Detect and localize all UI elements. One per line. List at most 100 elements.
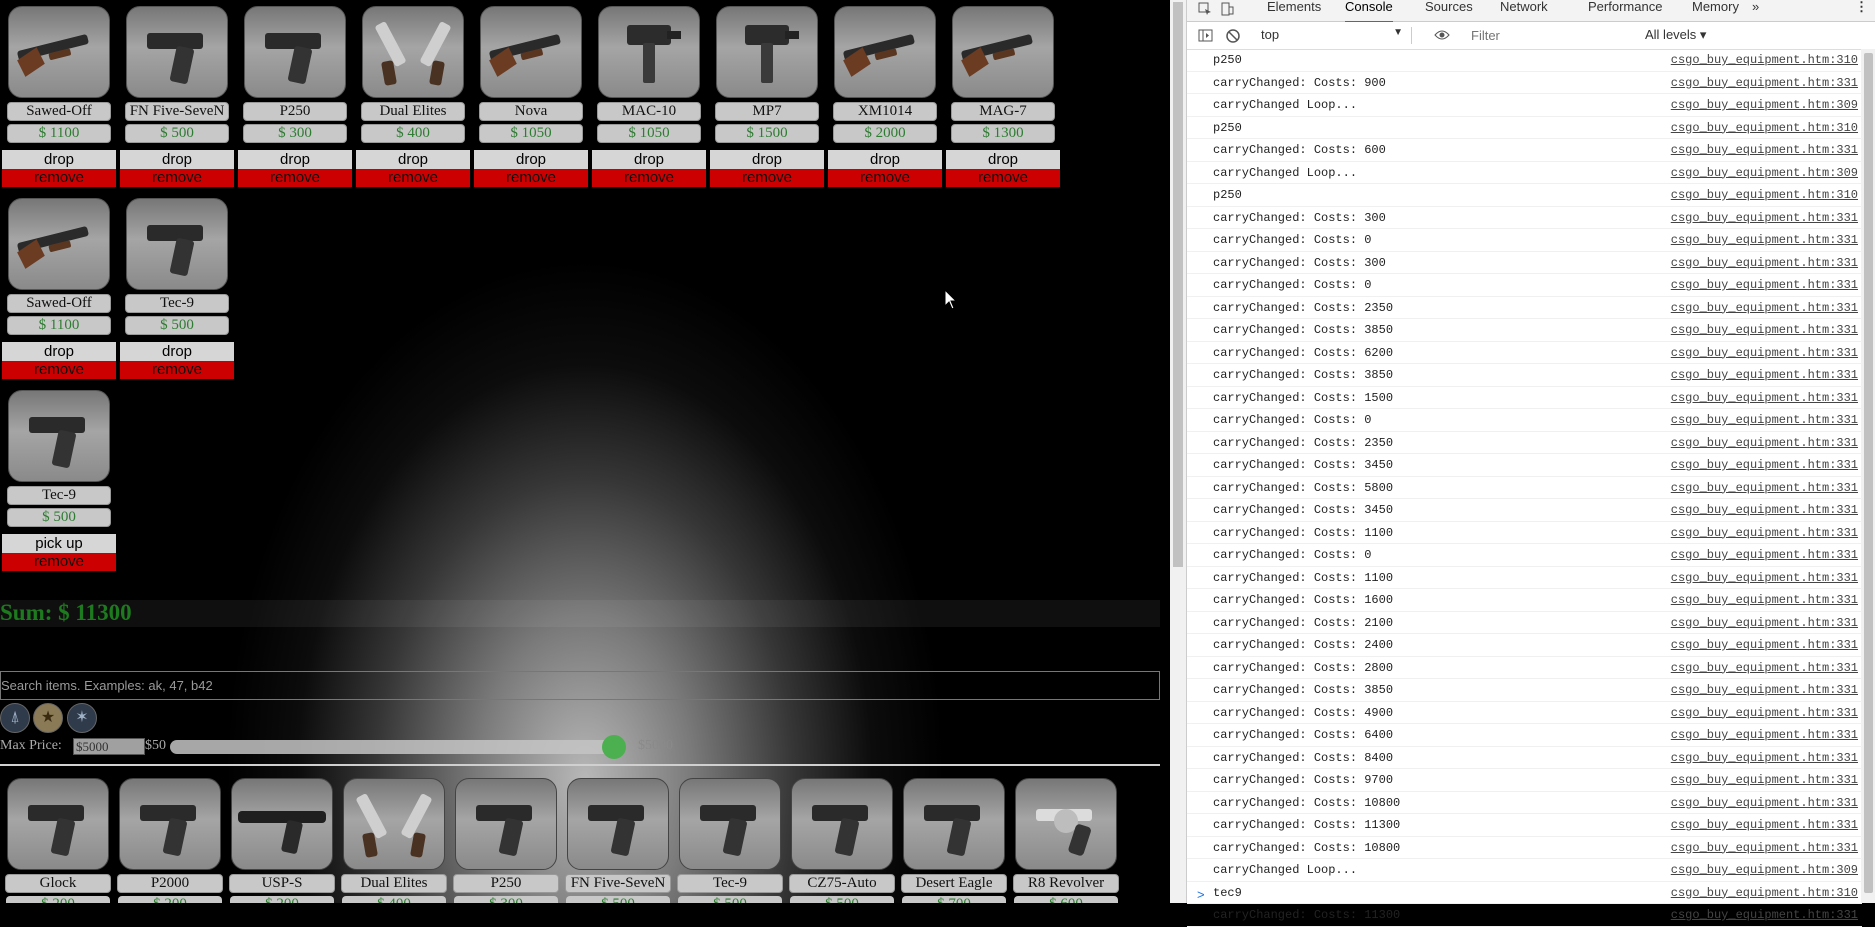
log-source-link[interactable]: csgo_buy_equipment.htm:331 — [1671, 436, 1858, 450]
shotgun-icon[interactable] — [834, 6, 936, 98]
log-levels-dropdown[interactable]: All levels ▾ — [1645, 27, 1706, 43]
smg-icon[interactable] — [716, 6, 818, 98]
live-expression-eye-icon[interactable] — [1434, 29, 1450, 41]
pistol-icon[interactable] — [903, 778, 1005, 870]
star-logo-icon[interactable]: ★ — [33, 703, 63, 733]
max-price-input[interactable] — [73, 738, 145, 755]
tab-performance[interactable]: Performance — [1588, 0, 1662, 21]
shop-item-card[interactable]: Dual Elites $ 400 — [338, 778, 450, 903]
remove-button[interactable]: remove — [592, 169, 706, 187]
revolver-icon[interactable] — [1015, 778, 1117, 870]
log-source-link[interactable]: csgo_buy_equipment.htm:331 — [1671, 503, 1858, 517]
shop-item-card[interactable]: FN Five-SeveN $ 500 — [562, 778, 674, 903]
drop-button[interactable]: drop — [238, 150, 352, 169]
drop-button[interactable]: drop — [592, 150, 706, 169]
tab-elements[interactable]: Elements — [1267, 0, 1321, 21]
log-source-link[interactable]: csgo_buy_equipment.htm:309 — [1671, 166, 1858, 180]
log-source-link[interactable]: csgo_buy_equipment.htm:331 — [1671, 728, 1858, 742]
inspect-element-icon[interactable] — [1198, 2, 1212, 16]
shop-item-card[interactable]: P2000 $ 200 — [114, 778, 226, 903]
dual-pistols-icon[interactable] — [362, 6, 464, 98]
tab-sources[interactable]: Sources — [1425, 0, 1473, 21]
silenced-pistol-icon[interactable] — [231, 778, 333, 870]
log-source-link[interactable]: csgo_buy_equipment.htm:331 — [1671, 908, 1858, 922]
shotgun-icon[interactable] — [8, 6, 110, 98]
pistol-icon[interactable] — [126, 6, 228, 98]
ct-logo-icon[interactable]: ⍋ — [0, 703, 30, 733]
log-source-link[interactable]: csgo_buy_equipment.htm:331 — [1671, 458, 1858, 472]
t-logo-icon[interactable]: ✶ — [67, 703, 97, 733]
pistol-icon[interactable] — [567, 778, 669, 870]
tab-memory[interactable]: Memory — [1692, 0, 1739, 21]
log-source-link[interactable]: csgo_buy_equipment.htm:331 — [1671, 773, 1858, 787]
more-tabs-icon[interactable]: » — [1752, 0, 1759, 21]
drop-button[interactable]: drop — [2, 342, 116, 361]
scrollbar-thumb[interactable] — [1864, 53, 1873, 893]
drop-button[interactable]: drop — [946, 150, 1060, 169]
log-source-link[interactable]: csgo_buy_equipment.htm:331 — [1671, 278, 1858, 292]
remove-button[interactable]: remove — [710, 169, 824, 187]
remove-button[interactable]: remove — [2, 361, 116, 379]
pistol-icon[interactable] — [119, 778, 221, 870]
log-source-link[interactable]: csgo_buy_equipment.htm:331 — [1671, 256, 1858, 270]
shop-item-card[interactable]: Desert Eagle $ 700 — [898, 778, 1010, 903]
drop-button[interactable]: drop — [710, 150, 824, 169]
pistol-icon[interactable] — [126, 198, 228, 290]
context-selector[interactable]: top ▼ — [1261, 27, 1412, 44]
pistol-icon[interactable] — [679, 778, 781, 870]
log-source-link[interactable]: csgo_buy_equipment.htm:331 — [1671, 413, 1858, 427]
log-source-link[interactable]: csgo_buy_equipment.htm:331 — [1671, 211, 1858, 225]
shop-item-card[interactable]: Glock $ 200 — [2, 778, 114, 903]
log-source-link[interactable]: csgo_buy_equipment.htm:331 — [1671, 616, 1858, 630]
shop-item-card[interactable]: USP-S $ 200 — [226, 778, 338, 903]
log-source-link[interactable]: csgo_buy_equipment.htm:309 — [1671, 98, 1858, 112]
shotgun-icon[interactable] — [952, 6, 1054, 98]
drop-button[interactable]: drop — [828, 150, 942, 169]
remove-button[interactable]: remove — [2, 169, 116, 187]
log-source-link[interactable]: csgo_buy_equipment.htm:310 — [1671, 886, 1858, 900]
log-source-link[interactable]: csgo_buy_equipment.htm:331 — [1671, 526, 1858, 540]
shop-item-card[interactable]: P250 $ 300 — [450, 778, 562, 903]
devtools-menu-icon[interactable]: ⋮ — [1855, 0, 1868, 21]
log-source-link[interactable]: csgo_buy_equipment.htm:331 — [1671, 143, 1858, 157]
shop-item-card[interactable]: Tec-9 $ 500 — [674, 778, 786, 903]
log-source-link[interactable]: csgo_buy_equipment.htm:310 — [1671, 121, 1858, 135]
log-source-link[interactable]: csgo_buy_equipment.htm:331 — [1671, 346, 1858, 360]
drop-button[interactable]: drop — [120, 150, 234, 169]
log-source-link[interactable]: csgo_buy_equipment.htm:331 — [1671, 368, 1858, 382]
log-source-link[interactable]: csgo_buy_equipment.htm:331 — [1671, 751, 1858, 765]
log-source-link[interactable]: csgo_buy_equipment.htm:331 — [1671, 706, 1858, 720]
console-filter-input[interactable] — [1469, 25, 1640, 46]
scrollbar-thumb[interactable] — [1173, 2, 1183, 567]
log-source-link[interactable]: csgo_buy_equipment.htm:331 — [1671, 571, 1858, 585]
tab-console[interactable]: Console — [1345, 0, 1393, 23]
log-source-link[interactable]: csgo_buy_equipment.htm:331 — [1671, 638, 1858, 652]
remove-button[interactable]: remove — [828, 169, 942, 187]
log-source-link[interactable]: csgo_buy_equipment.htm:310 — [1671, 53, 1858, 67]
slider-thumb[interactable] — [601, 735, 626, 759]
drop-button[interactable]: drop — [120, 342, 234, 361]
max-price-slider[interactable] — [170, 740, 623, 754]
drop-button[interactable]: pick up — [2, 534, 116, 553]
pistol-icon[interactable] — [8, 390, 110, 482]
shotgun-icon[interactable] — [480, 6, 582, 98]
clear-console-icon[interactable] — [1226, 29, 1240, 43]
log-source-link[interactable]: csgo_buy_equipment.htm:331 — [1671, 301, 1858, 315]
log-source-link[interactable]: csgo_buy_equipment.htm:309 — [1671, 863, 1858, 877]
remove-button[interactable]: remove — [946, 169, 1060, 187]
pistol-icon[interactable] — [7, 778, 109, 870]
log-source-link[interactable]: csgo_buy_equipment.htm:331 — [1671, 548, 1858, 562]
search-input[interactable] — [0, 671, 1160, 700]
drop-button[interactable]: drop — [2, 150, 116, 169]
drop-button[interactable]: drop — [356, 150, 470, 169]
console-prompt[interactable]: > — [1197, 887, 1205, 902]
tab-network[interactable]: Network — [1500, 0, 1548, 21]
remove-button[interactable]: remove — [238, 169, 352, 187]
log-source-link[interactable]: csgo_buy_equipment.htm:331 — [1671, 323, 1858, 337]
dual-pistols-icon[interactable] — [343, 778, 445, 870]
shotgun-icon[interactable] — [8, 198, 110, 290]
remove-button[interactable]: remove — [474, 169, 588, 187]
log-source-link[interactable]: csgo_buy_equipment.htm:331 — [1671, 661, 1858, 675]
device-toolbar-icon[interactable] — [1220, 2, 1234, 16]
smg-icon[interactable] — [598, 6, 700, 98]
